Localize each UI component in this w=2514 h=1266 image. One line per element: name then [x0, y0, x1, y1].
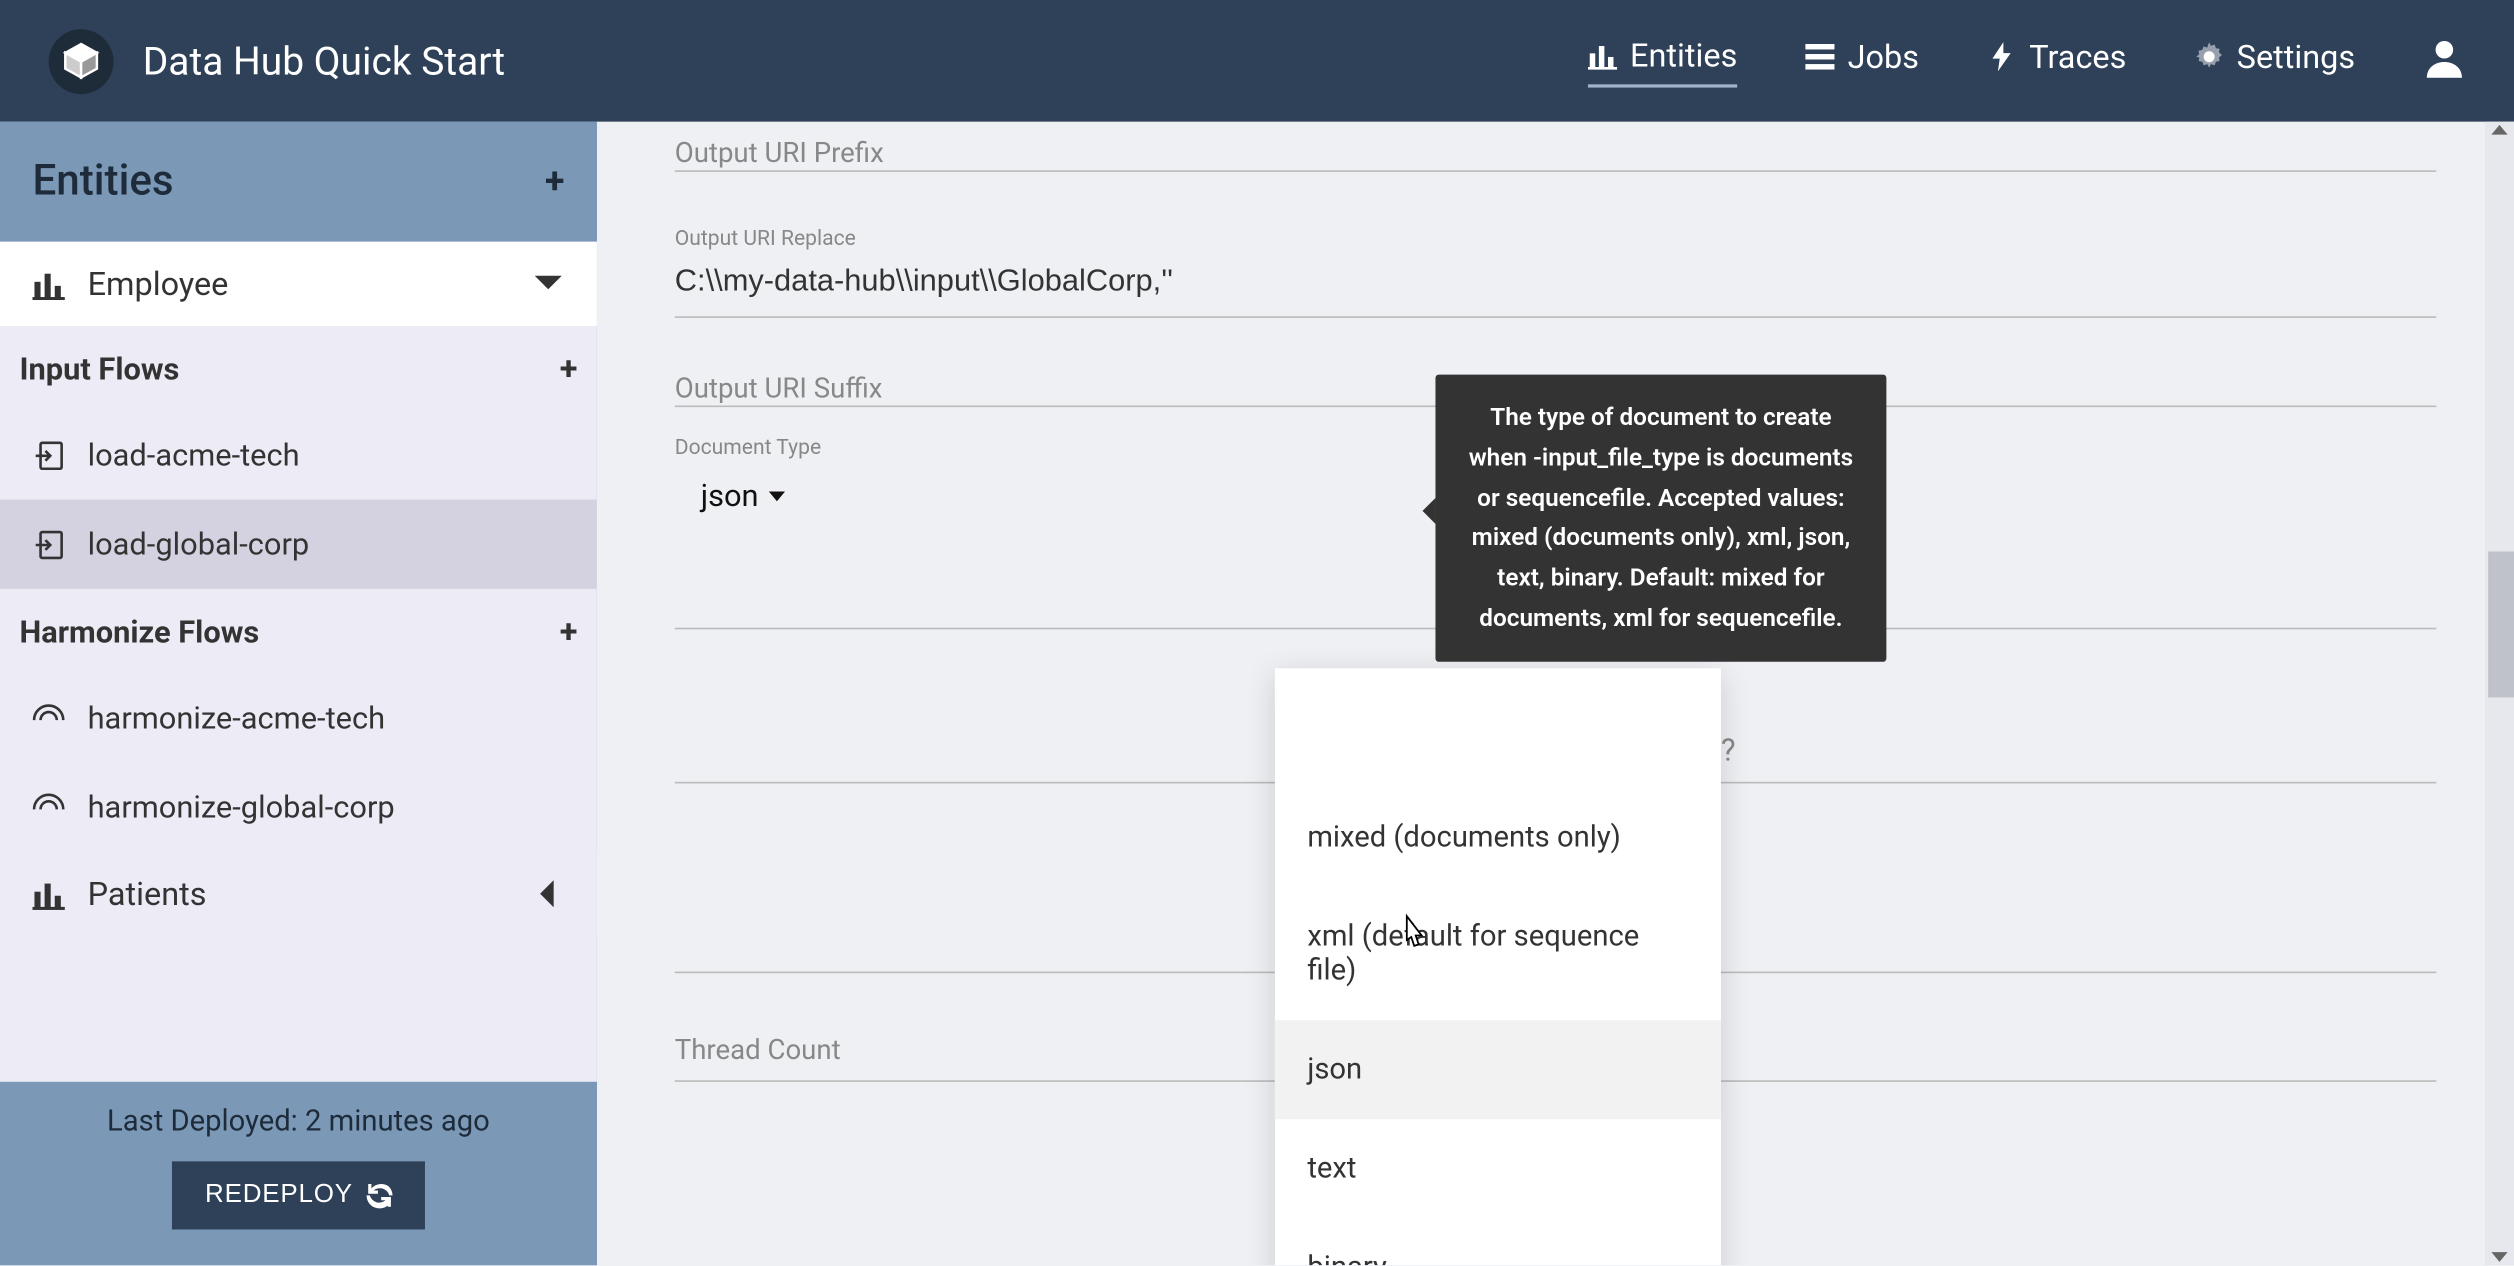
tooltip: The type of document to create when -inp… — [1435, 375, 1886, 661]
nav-label: Traces — [2029, 36, 2126, 75]
field-label: Output URI Replace — [675, 227, 2436, 251]
last-deployed-text: Last Deployed: 2 minutes ago — [0, 1105, 597, 1139]
gear-icon — [2195, 41, 2224, 70]
bar-chart-icon — [32, 268, 64, 300]
nav-label: Settings — [2237, 36, 2355, 75]
nav-settings[interactable]: Settings — [2195, 36, 2356, 85]
nav-jobs[interactable]: Jobs — [1805, 36, 1919, 85]
document-type-dropdown: mixed (documents only) xml (default for … — [1275, 668, 1721, 1265]
button-label: REDEPLOY — [205, 1181, 353, 1210]
bar-chart-icon — [32, 878, 64, 910]
harmonize-flow-item[interactable]: harmonize-global-corp — [0, 762, 597, 851]
bolt-icon — [1987, 41, 2016, 70]
flow-label: load-global-corp — [88, 526, 310, 563]
entity-patients[interactable]: Patients — [0, 852, 597, 936]
entity-employee[interactable]: Employee — [0, 242, 597, 326]
select-value: json — [701, 477, 759, 514]
nav-entities[interactable]: Entities — [1588, 35, 1737, 87]
chevron-down-icon — [532, 268, 564, 300]
scroll-thumb[interactable] — [2488, 551, 2514, 697]
input-icon — [32, 528, 64, 560]
dropdown-option[interactable]: xml (default for sequence file) — [1275, 887, 1721, 1020]
nav-label: Entities — [1630, 35, 1737, 74]
sidebar-header: Entities + — [0, 122, 597, 242]
dropdown-option[interactable]: mixed (documents only) — [1275, 788, 1721, 887]
section-label: Input Flows — [19, 350, 179, 387]
nav-traces[interactable]: Traces — [1987, 36, 2126, 85]
field-output-uri-prefix: Output URI Prefix — [675, 138, 2436, 172]
chevron-down-icon — [768, 491, 784, 501]
flow-label: harmonize-acme-tech — [88, 699, 386, 736]
section-input-flows: Input Flows + — [0, 326, 597, 410]
flow-label: load-acme-tech — [88, 436, 300, 473]
sidebar-footer: Last Deployed: 2 minutes ago REDEPLOY — [0, 1082, 597, 1265]
entity-label: Employee — [88, 264, 229, 303]
help-icon[interactable]: ? — [1721, 732, 1736, 769]
field-label: Output URI Prefix — [675, 138, 2436, 170]
harmonize-icon — [32, 791, 64, 823]
entity-label: Patients — [88, 874, 207, 913]
harmonize-flow-item[interactable]: harmonize-acme-tech — [0, 673, 597, 762]
section-label: Harmonize Flows — [19, 612, 259, 649]
logo-icon — [49, 28, 114, 93]
chevron-left-icon — [532, 878, 564, 910]
input-icon — [32, 439, 64, 471]
add-input-flow-button[interactable]: + — [560, 349, 578, 388]
sidebar: Entities + Employee Input Flows + — [0, 122, 597, 1266]
dropdown-option[interactable]: json — [1275, 1020, 1721, 1119]
section-harmonize-flows: Harmonize Flows + — [0, 589, 597, 673]
dropdown-option[interactable]: text — [1275, 1119, 1721, 1218]
output-uri-replace-input[interactable] — [675, 251, 2436, 318]
input-flow-item[interactable]: load-global-corp — [0, 500, 597, 589]
topbar: Data Hub Quick Start Entities Jobs Trace… — [0, 0, 2514, 122]
app-title: Data Hub Quick Start — [143, 38, 505, 83]
sidebar-title: Entities — [32, 157, 173, 206]
bar-chart-icon — [1588, 40, 1617, 69]
content-area: Output URI Prefix Output URI Replace Out… — [597, 122, 2514, 1266]
redeploy-button[interactable]: REDEPLOY — [173, 1161, 425, 1229]
brand: Data Hub Quick Start — [49, 28, 505, 93]
vertical-scrollbar[interactable] — [2485, 122, 2514, 1266]
dropdown-option[interactable]: binary — [1275, 1218, 1721, 1265]
nav-label: Jobs — [1848, 36, 1919, 75]
list-icon — [1805, 41, 1834, 70]
field-output-uri-replace: Output URI Replace — [675, 227, 2436, 318]
top-nav: Entities Jobs Traces Settings — [1588, 35, 2466, 87]
input-flow-item[interactable]: load-acme-tech — [0, 410, 597, 499]
scroll-up-icon[interactable] — [2491, 125, 2507, 135]
document-type-select[interactable]: json — [675, 461, 811, 531]
add-harmonize-flow-button[interactable]: + — [560, 611, 578, 650]
refresh-icon — [366, 1182, 392, 1208]
nav-user[interactable] — [2423, 35, 2465, 87]
harmonize-icon — [32, 702, 64, 734]
add-entity-button[interactable]: + — [545, 161, 564, 202]
scroll-down-icon[interactable] — [2491, 1252, 2507, 1262]
flow-label: harmonize-global-corp — [88, 788, 395, 825]
user-icon — [2423, 35, 2465, 77]
